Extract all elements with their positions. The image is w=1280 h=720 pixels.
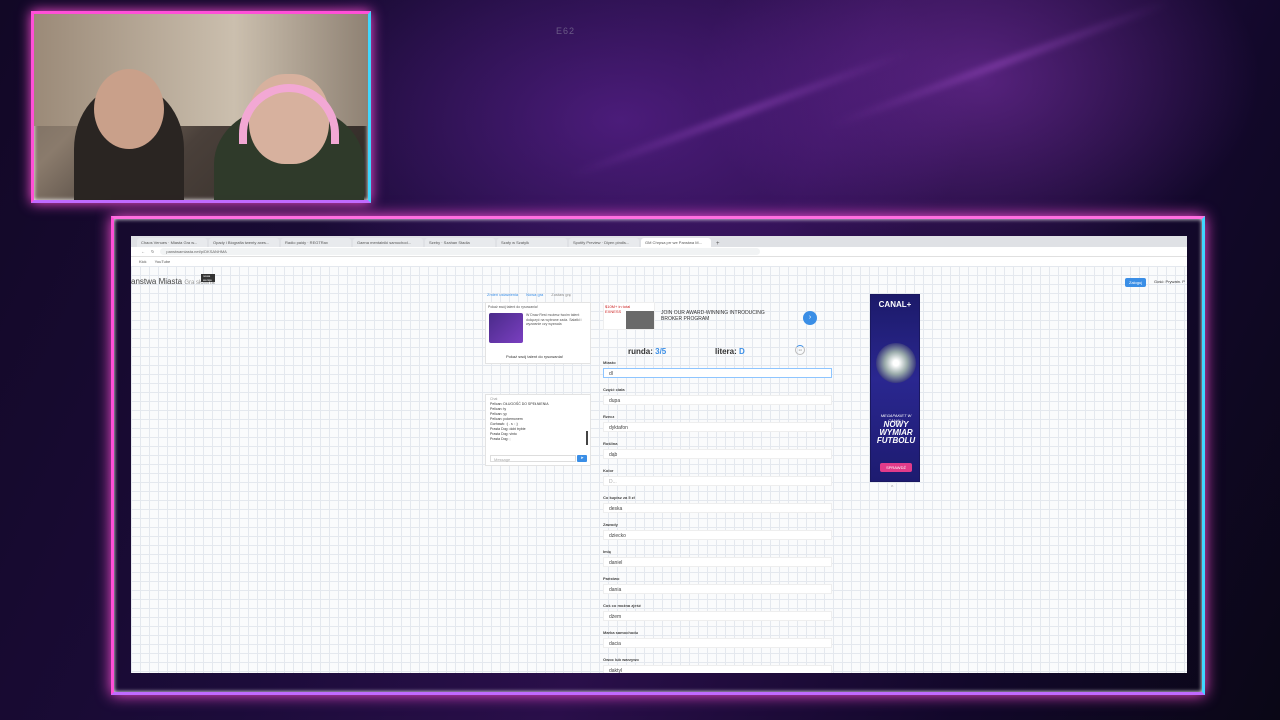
- bookmark-item[interactable]: YouTube: [155, 259, 171, 264]
- field-input[interactable]: dziecko: [603, 530, 832, 540]
- category-field: Owoc lub warzywo daktyl: [603, 657, 833, 673]
- site-logo[interactable]: anstwa Miasta Gra słowna nowa wersja: [131, 274, 215, 286]
- browser-tab-active[interactable]: GM Chrpsa prr we Panstwa M...: [641, 238, 711, 247]
- ad-line2: NOWY WYMIAR FUTBOLU: [876, 420, 916, 445]
- broker-ad-logo: $10M+ in total EXNESS: [603, 302, 655, 330]
- canal-plus-logo: CANAL+: [878, 300, 912, 309]
- round-label: runda:: [628, 347, 653, 356]
- leave-game-link[interactable]: Zostaw grę: [551, 292, 571, 297]
- field-label: Kolor: [603, 468, 614, 473]
- field-input[interactable]: daniel: [603, 557, 832, 567]
- scene-label: E62: [556, 26, 576, 36]
- broker-ad-image: [626, 311, 654, 329]
- category-form: Miasto dl Część ciała dupa Rzecz dyktafo…: [603, 360, 833, 673]
- chat-message: Prasta Dog: ;: [490, 437, 511, 441]
- reload-icon[interactable]: ↻: [151, 249, 154, 254]
- field-label: Zawody: [603, 522, 618, 527]
- field-label: Roślina: [603, 441, 618, 446]
- category-field: Coś co można zjeść dżem: [603, 603, 833, 630]
- field-input[interactable]: deska: [603, 503, 832, 513]
- draw-promo-image: [489, 313, 523, 343]
- football-image: [876, 343, 916, 383]
- timer-icon: 14: [795, 345, 805, 355]
- field-input[interactable]: daktyl: [603, 665, 832, 673]
- field-label: Marka samochodu: [603, 630, 639, 635]
- category-field: Państwo dania: [603, 576, 833, 603]
- field-label: Część ciała: [603, 387, 625, 392]
- login-button[interactable]: Zaloguj: [1125, 278, 1147, 287]
- bookmarks-bar: Kick YouTube: [131, 257, 1187, 266]
- field-input[interactable]: dżem: [603, 611, 832, 621]
- draw-promo-top: Pokaż swój talent do rysowania!: [488, 305, 538, 309]
- field-input[interactable]: dyktafon: [603, 422, 832, 432]
- canal-plus-ad[interactable]: CANAL+ MEGAPAKIET W CANAL+ NOWY WYMIAR F…: [870, 294, 920, 482]
- category-field: Część ciała dupa: [603, 387, 833, 414]
- browser-window: Chaos Venues · Miasta Gra w... Opady i B…: [131, 236, 1187, 673]
- field-label: Państwo: [603, 576, 620, 581]
- browser-tab[interactable]: Opady i Biografia twenty axes...: [209, 238, 279, 247]
- chat-scrollbar[interactable]: [586, 431, 588, 445]
- broker-ad-line2: BROKER PROGRAM: [661, 316, 710, 322]
- streamer-left-head: [94, 69, 164, 149]
- ad-cta-button[interactable]: SPRAWDŹ: [880, 463, 912, 472]
- category-field: Imię daniel: [603, 549, 833, 576]
- browser-tab[interactable]: Szafy w Szatylk: [497, 238, 567, 247]
- browser-tab[interactable]: Chaos Venues · Miasta Gra w...: [137, 238, 207, 247]
- webcam-frame: [31, 11, 371, 203]
- chat-panel: Chat Pelican: DŁUGOŚĆ DO SPEŁNIENIA Peli…: [485, 394, 591, 466]
- broker-ad[interactable]: $10M+ in total EXNESS JOIN OUR AWARD-WIN…: [601, 302, 831, 332]
- game-links: Zmień ustawienia Nowa gra Zostaw grę: [487, 292, 571, 297]
- browser-tab[interactable]: Szeby · Szahan Stadia: [425, 238, 495, 247]
- category-field: Rzecz dyktafon: [603, 414, 833, 441]
- draw-promo-text: W Draw Rest możesz twoim talent dołączyć…: [526, 313, 582, 326]
- version-badge: nowa wersja: [201, 274, 215, 282]
- site-brand: anstwa Miasta: [131, 277, 183, 286]
- field-input[interactable]: dl: [603, 368, 832, 378]
- tab-bar: Chaos Venues · Miasta Gra w... Opady i B…: [131, 236, 1187, 247]
- category-field: Kolor D...: [603, 468, 833, 495]
- category-field: Roślina dąb: [603, 441, 833, 468]
- draw-promo-button[interactable]: Pokaż swój talent do rysowania!: [506, 354, 563, 359]
- field-label: Imię: [603, 549, 612, 554]
- settings-link[interactable]: Zmień ustawienia: [487, 292, 518, 297]
- chat-input[interactable]: Message: [490, 455, 576, 462]
- send-icon[interactable]: ➤: [577, 455, 587, 462]
- back-icon[interactable]: ←: [141, 249, 145, 254]
- round-value: 3/5: [655, 347, 667, 356]
- url-field[interactable]: panstwamiasta.net/p/DKSANHMA: [160, 248, 761, 255]
- game-page: anstwa Miasta Gra słowna nowa wersja Zal…: [131, 266, 1187, 673]
- category-field: Co kupisz za 5 zł deska: [603, 495, 833, 522]
- field-label: Coś co można zjeść: [603, 603, 642, 608]
- bookmark-item[interactable]: Kick: [139, 259, 147, 264]
- field-label: Owoc lub warzywo: [603, 657, 639, 662]
- field-label: Rzecz: [603, 414, 615, 419]
- broker-ad-text: JOIN OUR AWARD-WINNING INTRODUCING BROKE…: [661, 310, 781, 322]
- round-indicator: runda: 3/5: [628, 347, 666, 356]
- category-field: Miasto dl: [603, 360, 833, 387]
- field-input[interactable]: dupa: [603, 395, 832, 405]
- letter-value: D: [739, 347, 745, 356]
- field-input[interactable]: dania: [603, 584, 832, 594]
- category-field: Zawody dziecko: [603, 522, 833, 549]
- guest-label: Gość: Prywatn. P: [1154, 279, 1185, 284]
- field-label: Miasto: [603, 360, 616, 365]
- draw-promo-card: Pokaż swój talent do rysowania! W Draw R…: [485, 302, 591, 364]
- new-game-link[interactable]: Nowa gra: [526, 292, 543, 297]
- new-tab-icon[interactable]: +: [713, 241, 723, 247]
- field-input[interactable]: dąb: [603, 449, 832, 459]
- field-input[interactable]: D...: [603, 476, 832, 486]
- letter-indicator: litera: D: [715, 347, 745, 356]
- category-field: Marka samochodu dacia: [603, 630, 833, 657]
- browser-tab[interactable]: Spotify Preview · Diyen pindls...: [569, 238, 639, 247]
- chevron-up-icon[interactable]: ^: [891, 485, 893, 491]
- address-bar: ← ↻ panstwamiasta.net/p/DKSANHMA: [131, 247, 1187, 257]
- chevron-right-icon[interactable]: ›: [803, 311, 817, 325]
- browser-tab[interactable]: Gaena mentalniki samochod...: [353, 238, 423, 247]
- letter-label: litera:: [715, 347, 737, 356]
- field-label: Co kupisz za 5 zł: [603, 495, 635, 500]
- field-input[interactable]: dacia: [603, 638, 832, 648]
- browser-tab[interactable]: Radio paidy · REGTRax: [281, 238, 351, 247]
